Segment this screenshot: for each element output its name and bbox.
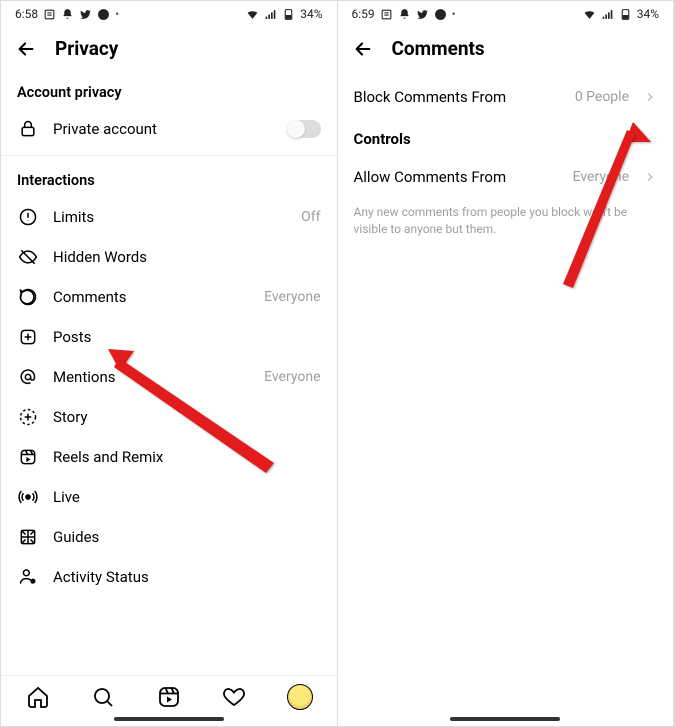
wifi-icon [583,8,596,21]
live-icon [17,486,39,508]
twitter-icon [416,8,429,21]
value-block-comments-from: 0 People [575,89,629,105]
guides-icon [17,526,39,548]
more-dot-icon: • [452,8,456,20]
status-left: 6:58 • [15,7,119,21]
nav-reels[interactable] [156,684,182,710]
bell-icon [61,8,74,21]
gesture-bar [114,717,224,721]
row-limits[interactable]: Limits Off [1,197,337,237]
battery-icon [619,8,632,21]
row-live[interactable]: Live [1,477,337,517]
status-right: 34% [246,7,322,21]
status-time: 6:58 [15,7,38,21]
bell-icon [398,8,411,21]
label-live: Live [53,488,321,506]
header: Comments [338,25,674,74]
status-time: 6:59 [352,7,375,21]
plus-square-icon [17,326,39,348]
twitter-icon [79,8,92,21]
back-button[interactable] [15,38,37,60]
label-limits: Limits [53,208,287,226]
phone-privacy: 6:58 • 34% Privacy Account privacy Priva… [1,1,338,726]
heart-icon [222,685,246,709]
section-controls: Controls [338,120,674,156]
story-icon [17,406,39,428]
arrow-left-icon [15,38,37,60]
status-battery: 34% [300,7,322,21]
status-battery: 34% [637,7,659,21]
signal-icon [264,8,277,21]
nav-home[interactable] [25,684,51,710]
status-left: 6:59 • [352,7,456,21]
lock-icon [17,118,39,140]
row-reels[interactable]: Reels and Remix [1,437,337,477]
chevron-right-icon [643,170,657,184]
activity-icon [17,566,39,588]
at-icon [17,366,39,388]
reels-nav-icon [157,685,181,709]
label-mentions: Mentions [53,368,250,386]
row-activity-status[interactable]: Activity Status [1,557,337,597]
label-posts: Posts [53,328,321,346]
section-interactions: Interactions [1,162,337,197]
label-reels: Reels and Remix [53,448,321,466]
label-private-account: Private account [53,120,273,138]
value-mentions: Everyone [264,369,320,385]
label-comments: Comments [53,288,250,306]
label-story: Story [53,408,321,426]
more-dot-icon: • [115,8,119,20]
row-block-comments-from[interactable]: Block Comments From 0 People [338,74,674,120]
label-block-comments-from: Block Comments From [354,88,561,106]
row-mentions[interactable]: Mentions Everyone [1,357,337,397]
reels-icon [17,446,39,468]
label-hidden-words: Hidden Words [53,248,321,266]
spotify-icon [97,8,110,21]
note-icon [43,8,56,21]
page-title: Comments [392,37,485,60]
label-activity-status: Activity Status [53,568,321,586]
bottom-nav [1,675,337,712]
limits-icon [17,206,39,228]
toggle-private-account[interactable] [287,120,321,138]
wifi-icon [246,8,259,21]
value-comments: Everyone [264,289,320,305]
header: Privacy [1,25,337,74]
comment-icon [17,286,39,308]
gesture-bar [450,717,560,721]
back-button[interactable] [352,38,374,60]
signal-icon [601,8,614,21]
arrow-left-icon [352,38,374,60]
nav-search[interactable] [90,684,116,710]
value-limits: Off [301,209,320,225]
row-allow-comments-from[interactable]: Allow Comments From Everyone [338,156,674,198]
home-icon [26,685,50,709]
row-hidden-words[interactable]: Hidden Words [1,237,337,277]
status-right: 34% [583,7,659,21]
battery-icon [282,8,295,21]
note-icon [380,8,393,21]
section-account-privacy: Account privacy [1,74,337,109]
status-bar: 6:58 • 34% [1,1,337,25]
avatar-icon [287,684,313,710]
row-comments[interactable]: Comments Everyone [1,277,337,317]
divider [1,155,337,156]
search-icon [91,685,115,709]
value-allow-comments-from: Everyone [573,169,629,185]
nav-profile[interactable] [287,684,313,710]
nav-activity[interactable] [221,684,247,710]
row-posts[interactable]: Posts [1,317,337,357]
row-story[interactable]: Story [1,397,337,437]
page-title: Privacy [55,37,118,60]
row-guides[interactable]: Guides [1,517,337,557]
label-allow-comments-from: Allow Comments From [354,168,559,186]
chevron-right-icon [643,90,657,104]
phone-comments: 6:59 • 34% Comments Block Comments From … [338,1,675,726]
eye-off-icon [17,246,39,268]
spotify-icon [434,8,447,21]
label-guides: Guides [53,528,321,546]
row-private-account[interactable]: Private account [1,109,337,149]
status-bar: 6:59 • 34% [338,1,674,25]
helper-text: Any new comments from people you block w… [338,198,674,239]
